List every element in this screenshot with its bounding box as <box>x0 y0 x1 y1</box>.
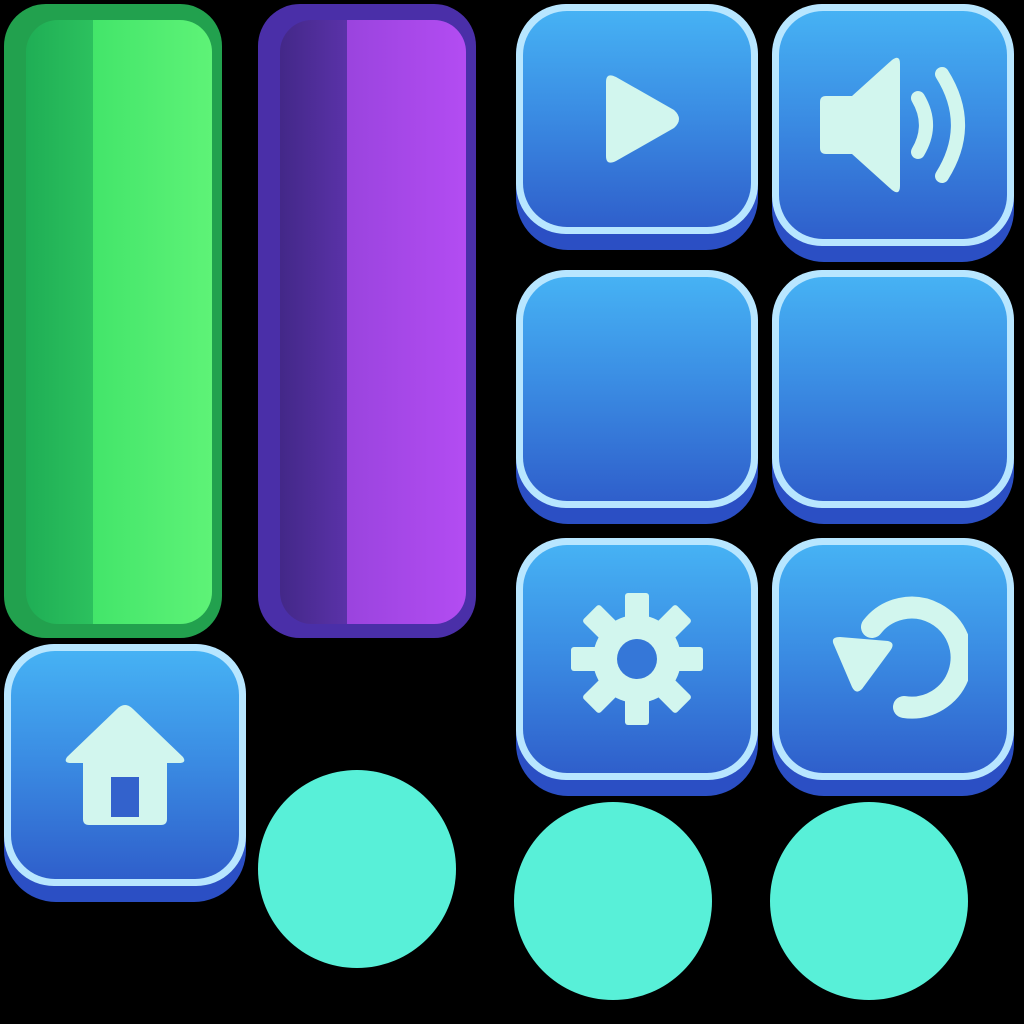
sprite-sheet <box>0 0 1024 1024</box>
gear-icon <box>571 593 703 725</box>
teal-dot-3 <box>770 802 968 1000</box>
blank-button-2[interactable] <box>772 270 1014 524</box>
purple-bar <box>258 4 476 638</box>
restart-icon <box>832 596 968 719</box>
speaker-icon <box>820 57 965 193</box>
blank-button-1[interactable] <box>516 270 758 524</box>
sound-button[interactable] <box>772 4 1014 262</box>
home-button[interactable] <box>4 644 246 902</box>
settings-button[interactable] <box>516 538 758 796</box>
restart-button[interactable] <box>772 538 1014 796</box>
green-bar <box>4 4 222 638</box>
play-button[interactable] <box>516 4 758 250</box>
play-icon <box>606 75 679 163</box>
green-bar-fill <box>26 20 212 624</box>
teal-dot-2 <box>514 802 712 1000</box>
home-icon <box>65 705 185 825</box>
purple-bar-fill <box>280 20 466 624</box>
teal-dot-1 <box>258 770 456 968</box>
